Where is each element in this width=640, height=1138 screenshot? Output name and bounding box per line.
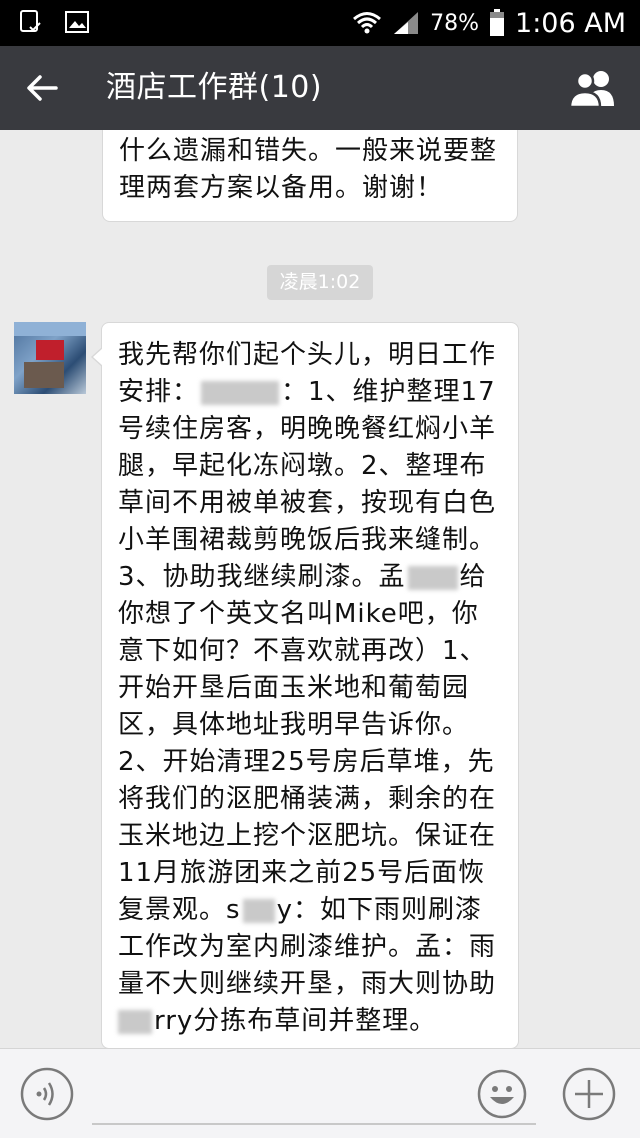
message-line: rry分拣布草间并整理。 <box>118 1003 504 1040</box>
status-left-icons <box>18 9 90 35</box>
chat-header: 酒店工作群(10) <box>0 46 640 130</box>
back-arrow-icon[interactable] <box>24 70 60 106</box>
message-timestamp: 凌晨1:02 <box>267 265 373 300</box>
battery-percent: 78% <box>430 10 480 36</box>
avatar[interactable] <box>14 322 86 394</box>
screenshot-icon <box>20 10 41 32</box>
plus-icon[interactable] <box>562 1067 616 1121</box>
message-line: 草间不用被单被套，按现有白色 <box>118 488 497 518</box>
message-line: 什么遗漏和错失。一般来说要整 <box>119 136 498 166</box>
message-line: 我先帮你们起个头儿，明日工作 <box>118 340 497 370</box>
gallery-icon <box>65 11 89 33</box>
message-line: 你想了个英文名叫Mike吧，你 <box>118 599 479 629</box>
redacted-name <box>118 1009 152 1034</box>
redacted-name <box>201 380 280 405</box>
message-line: 安排： ：1、维护整理17 <box>118 377 496 407</box>
message-bubble-main[interactable]: 我先帮你们起个头儿，明日工作 安排： ：1、维护整理17 号续住房客，明晚晚餐红焖… <box>91 322 519 1048</box>
message-line: 意下如何？不喜欢就再改）1、 <box>118 636 487 666</box>
message-line: 玉米地边上挖个沤肥坑。保证在 <box>118 821 497 851</box>
message-line: 腿，早起化冻闷墩。2、整理布 <box>118 451 487 481</box>
signal-icon <box>394 12 419 34</box>
message-line: 工作改为室内刷漆维护。孟：雨 <box>118 932 497 962</box>
message-line: 量不大则继续开垦，雨大则协助 <box>118 969 497 999</box>
message-line: 2、开始清理25号房后草堆，先 <box>118 747 495 777</box>
message-line: 小羊围裙裁剪晚饭后我来缝制。 <box>118 525 497 555</box>
voice-icon[interactable] <box>20 1067 74 1121</box>
chat-area[interactable]: 什么遗漏和错失。一般来说要整 理两套方案以备用。谢谢！ 凌晨1:02 我先帮你们… <box>0 130 640 1048</box>
chat-title: 酒店工作群(10) <box>106 70 323 105</box>
message-line: 号续住房客，明晚晚餐红焖小羊 <box>118 414 497 444</box>
message-line: 理两套方案以备用。谢谢！ <box>119 173 444 203</box>
message-line: 11月旅游团来之前25号后面恢 <box>118 858 486 888</box>
emoji-icon[interactable] <box>477 1069 527 1119</box>
wifi-icon <box>353 12 382 34</box>
message-line: 复景观。s y：如下雨则刷漆 <box>118 895 482 925</box>
battery-icon <box>490 9 505 36</box>
message-line: 区，具体地址我明早告诉你。 <box>118 710 470 740</box>
status-bar: 78% 1:06 AM <box>0 0 640 46</box>
message-line: 3、协助我继续刷漆。孟给 <box>118 562 487 592</box>
message-line: 开始开垦后面玉米地和葡萄园 <box>118 673 470 703</box>
status-time: 1:06 AM <box>515 7 626 39</box>
message-input[interactable] <box>92 1123 536 1125</box>
message-bubble-previous[interactable]: 什么遗漏和错失。一般来说要整 理两套方案以备用。谢谢！ <box>102 130 518 222</box>
redacted-name <box>407 565 458 590</box>
group-members-icon[interactable] <box>568 68 618 108</box>
status-right: 78% 1:06 AM <box>352 6 626 40</box>
message-line: 将我们的沤肥桶装满，剩余的在 <box>118 784 497 814</box>
redacted-name <box>242 898 275 923</box>
input-bar <box>0 1048 640 1138</box>
